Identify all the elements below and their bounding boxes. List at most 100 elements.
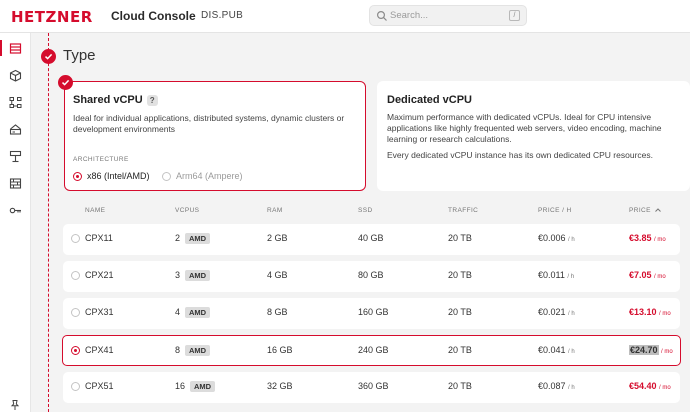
radio-unselected[interactable] <box>162 172 171 181</box>
radio-selected[interactable] <box>73 172 82 181</box>
card-title-text: Shared vCPU <box>73 94 143 106</box>
table-row[interactable]: CPX11 2 AMD 2 GB 40 GB 20 TB €0.006 / h €… <box>63 224 680 255</box>
server-name: CPX21 <box>85 270 114 280</box>
product-name[interactable]: Cloud Console <box>111 9 196 23</box>
server-name: CPX41 <box>85 345 114 355</box>
type-card-shared-vcpu[interactable]: Shared vCPU ? Ideal for individual appli… <box>58 75 366 191</box>
vcpu-count: 4 <box>175 307 181 317</box>
sidebar-item-volumes[interactable] <box>0 64 31 86</box>
ram-value: 4 GB <box>267 270 288 280</box>
price-hour-value: €0.087 <box>538 381 566 391</box>
sidebar-item-load-balancers[interactable] <box>0 145 31 167</box>
search-input[interactable]: Search... / <box>369 5 527 26</box>
search-icon <box>376 10 387 21</box>
table-row[interactable]: CPX31 4 AMD 8 GB 160 GB 20 TB €0.021 / h … <box>63 298 680 329</box>
card-title-text: Dedicated vCPU <box>387 94 472 106</box>
price-month-value: €3.85 <box>629 233 652 243</box>
radio-unselected[interactable] <box>71 308 80 317</box>
vcpu-cell: 4 AMD <box>175 307 211 318</box>
top-bar: HETZNER Cloud Console DIS.PUB Search... … <box>0 0 690 33</box>
vcpu-count: 16 <box>175 381 186 391</box>
vcpu-cell: 16 AMD <box>175 381 216 392</box>
step-complete-badge <box>41 49 56 64</box>
column-header-ram[interactable]: RAM <box>267 207 283 214</box>
ram-value: 8 GB <box>267 307 288 317</box>
cpu-badge: AMD <box>185 233 211 244</box>
storage-icon <box>9 123 22 135</box>
search-shortcut-key: / <box>509 10 520 21</box>
cpu-badge: AMD <box>185 307 211 318</box>
radio-unselected[interactable] <box>71 234 80 243</box>
unit-hour: / h <box>567 274 575 280</box>
card-title: Shared vCPU ? <box>73 94 158 106</box>
server-name: CPX11 <box>85 233 113 243</box>
price-month-cell: €7.05 / mo <box>629 270 666 280</box>
unit-hour: / h <box>568 311 575 317</box>
price-hour-cell: €0.041 / h <box>538 345 575 355</box>
vcpu-cell: 8 AMD <box>175 345 211 356</box>
price-hour-value: €0.006 <box>538 233 566 243</box>
price-month-value: €7.05 <box>629 270 652 280</box>
table-row[interactable]: CPX21 3 AMD 4 GB 80 GB 20 TB €0.011 / h €… <box>63 261 680 292</box>
architecture-option-label: Arm64 (Ampere) <box>176 171 243 181</box>
card-note: Every dedicated vCPU instance has its ow… <box>387 150 653 160</box>
traffic-value: 20 TB <box>448 233 472 243</box>
sort-ascending-icon <box>655 208 661 213</box>
ssd-value: 40 GB <box>358 233 384 243</box>
vcpu-count: 2 <box>175 233 181 243</box>
search-placeholder: Search... <box>390 10 429 21</box>
radio-selected[interactable] <box>71 346 80 355</box>
column-header-name[interactable]: NAME <box>85 207 105 214</box>
vcpu-cell: 3 AMD <box>175 270 211 281</box>
price-month-value: €13.10 <box>629 307 657 317</box>
key-icon <box>9 207 21 213</box>
step-title: Type <box>63 47 96 64</box>
pin-icon[interactable] <box>9 399 21 411</box>
network-icon <box>9 96 22 108</box>
column-header-price[interactable]: PRICE <box>629 207 661 214</box>
help-icon[interactable]: ? <box>146 94 158 106</box>
project-name[interactable]: DIS.PUB <box>201 10 243 21</box>
price-hour-cell: €0.021 / h <box>538 307 575 317</box>
column-header-price-hour[interactable]: PRICE / H <box>538 207 572 214</box>
price-hour-value: €0.041 <box>538 345 566 355</box>
servers-icon <box>9 42 22 54</box>
sidebar-item-storage[interactable] <box>0 118 31 140</box>
sidebar-item-firewalls[interactable] <box>0 172 31 194</box>
hetzner-logo[interactable]: HETZNER <box>11 8 93 26</box>
load-balancer-icon <box>9 150 22 162</box>
price-hour-value: €0.021 <box>538 307 566 317</box>
check-icon <box>44 53 53 60</box>
column-header-ssd[interactable]: SSD <box>358 207 373 214</box>
unit-hour: / h <box>568 237 575 243</box>
sidebar <box>0 33 31 412</box>
table-row-selected[interactable]: CPX41 8 AMD 16 GB 240 GB 20 TB €0.041 / h… <box>62 335 681 366</box>
price-month-cell: €54.40 / mo <box>629 381 671 391</box>
unit-month: / mo <box>661 349 673 355</box>
sidebar-item-networks[interactable] <box>0 91 31 113</box>
cpu-badge: AMD <box>185 345 211 356</box>
card-title: Dedicated vCPU <box>387 94 472 106</box>
cpu-badge: AMD <box>190 381 216 392</box>
table-row[interactable]: CPX51 16 AMD 32 GB 360 GB 20 TB €0.087 / … <box>63 372 680 403</box>
traffic-value: 20 TB <box>448 381 472 391</box>
unit-hour: / h <box>568 385 575 391</box>
sidebar-item-security[interactable] <box>0 199 31 221</box>
type-card-dedicated-vcpu[interactable]: Dedicated vCPU Maximum performance with … <box>377 81 690 191</box>
ssd-value: 360 GB <box>358 381 389 391</box>
unit-month: / mo <box>659 311 671 317</box>
check-icon <box>61 79 70 86</box>
cpu-badge: AMD <box>185 270 211 281</box>
column-header-vcpus[interactable]: VCPUS <box>175 207 199 214</box>
cube-icon <box>9 69 22 82</box>
column-header-traffic[interactable]: TRAFFIC <box>448 207 478 214</box>
radio-unselected[interactable] <box>71 271 80 280</box>
unit-month: / mo <box>659 385 671 391</box>
traffic-value: 20 TB <box>448 345 472 355</box>
radio-unselected[interactable] <box>71 382 80 391</box>
sidebar-item-servers[interactable] <box>0 37 31 59</box>
ssd-value: 240 GB <box>358 345 389 355</box>
price-hour-cell: €0.087 / h <box>538 381 575 391</box>
ram-value: 16 GB <box>267 345 293 355</box>
price-hour-cell: €0.011 / h <box>538 270 574 280</box>
